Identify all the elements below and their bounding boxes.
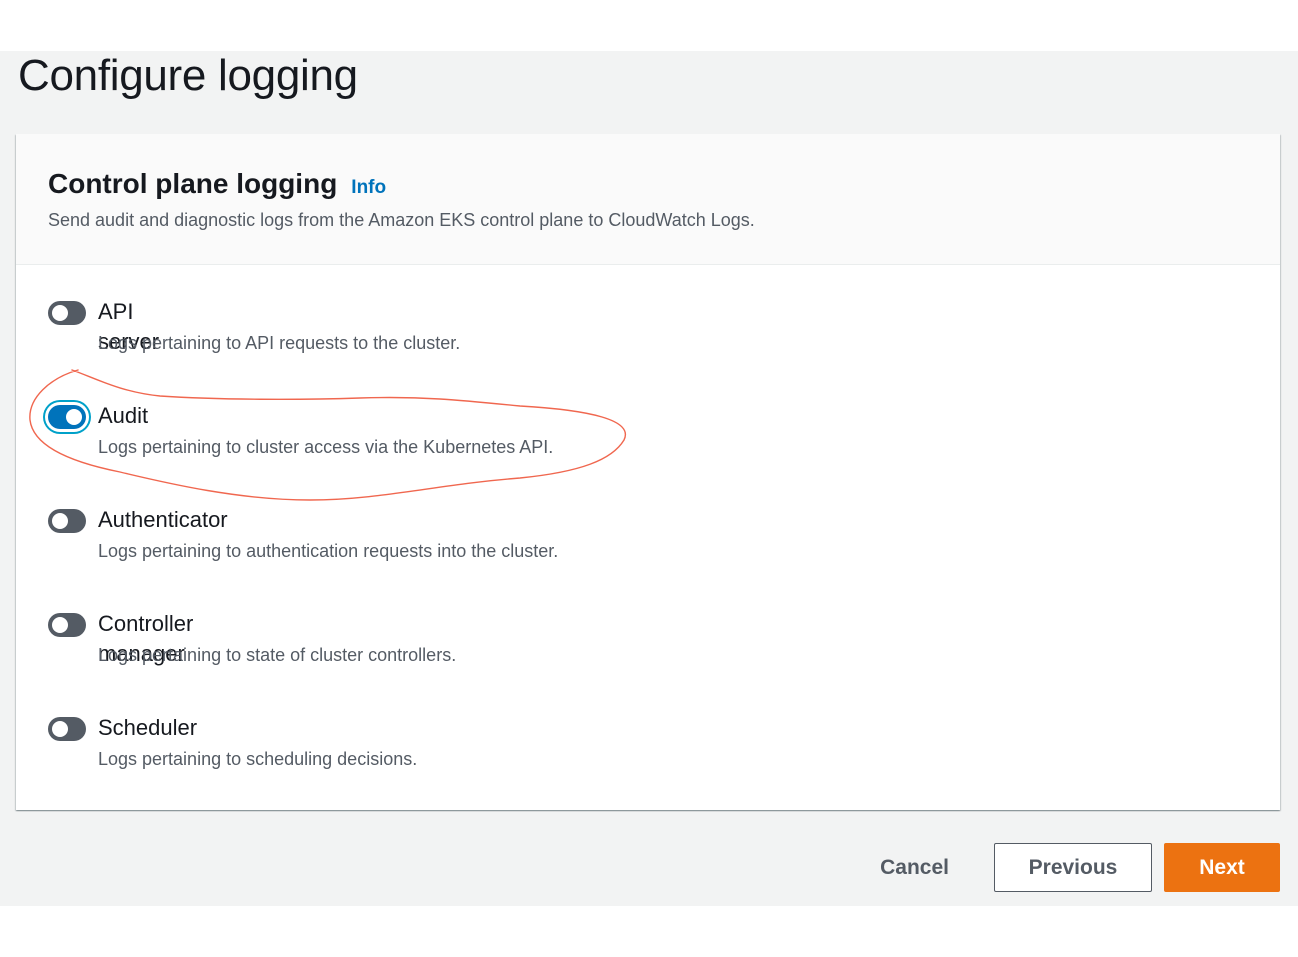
- toggle-knob: [66, 409, 82, 425]
- panel-title: Control plane logging: [48, 168, 338, 199]
- log-type-description: Logs pertaining to cluster access via th…: [98, 437, 554, 457]
- panel-header: Control plane logging Info Send audit an…: [16, 134, 1280, 265]
- audit-toggle[interactable]: [48, 405, 86, 429]
- previous-button[interactable]: Previous: [994, 843, 1152, 892]
- log-type-description: Logs pertaining to state of cluster cont…: [98, 645, 457, 665]
- log-type-label: Audit: [98, 403, 149, 428]
- authenticator-toggle[interactable]: [48, 509, 86, 533]
- scheduler-toggle[interactable]: [48, 717, 86, 741]
- panel-heading: Control plane logging Info: [48, 166, 386, 202]
- toggle-knob: [52, 721, 68, 737]
- page-background: Configure logging Control plane logging …: [0, 51, 1298, 906]
- toggle-knob: [52, 513, 68, 529]
- log-type-label: Authenticator: [98, 507, 228, 532]
- wizard-actions: Cancel Previous Next: [858, 843, 1280, 892]
- log-type-label: Scheduler: [98, 715, 198, 740]
- control-plane-logging-panel: Control plane logging Info Send audit an…: [16, 134, 1280, 810]
- next-button[interactable]: Next: [1164, 843, 1280, 892]
- log-type-description: Logs pertaining to authentication reques…: [98, 541, 559, 561]
- log-type-description: Logs pertaining to API requests to the c…: [98, 333, 461, 353]
- info-link[interactable]: Info: [351, 177, 386, 199]
- panel-description: Send audit and diagnostic logs from the …: [48, 210, 755, 230]
- controller-manager-toggle[interactable]: [48, 613, 86, 637]
- log-type-description: Logs pertaining to scheduling decisions.: [98, 749, 418, 769]
- page-title: Configure logging: [18, 51, 358, 100]
- toggle-knob: [52, 617, 68, 633]
- toggle-knob: [52, 305, 68, 321]
- cancel-button[interactable]: Cancel: [858, 844, 971, 892]
- api-server-toggle[interactable]: [48, 301, 86, 325]
